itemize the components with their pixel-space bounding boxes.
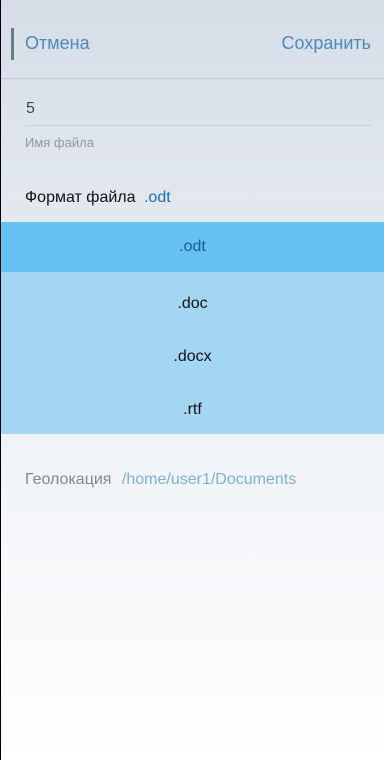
format-option-rtf[interactable]: .rtf: [1, 386, 384, 434]
location-row: Геолокация /home/user1/Documents: [25, 471, 296, 489]
file-name-input[interactable]: 5: [26, 100, 35, 118]
format-option-docx[interactable]: .docx: [1, 332, 384, 382]
file-name-underline: [25, 125, 371, 126]
save-dialog-screen: Отмена Сохранить 5 Имя файла Формат файл…: [0, 0, 384, 760]
file-format-label: Формат файла: [25, 189, 136, 206]
format-option-odt[interactable]: .odt: [1, 222, 384, 272]
cancel-button[interactable]: Отмена: [25, 33, 90, 54]
location-label: Геолокация: [25, 471, 112, 488]
header-edge-bar: [11, 28, 14, 60]
file-name-label: Имя файла: [25, 135, 94, 150]
location-path[interactable]: /home/user1/Documents: [122, 471, 296, 488]
format-option-doc[interactable]: .doc: [1, 279, 384, 329]
file-format-dropdown: .odt .doc .docx .rtf: [1, 222, 384, 434]
file-format-row: Формат файла .odt: [25, 189, 171, 207]
file-format-selected[interactable]: .odt: [144, 189, 171, 206]
save-button[interactable]: Сохранить: [282, 33, 371, 54]
dialog-header: Отмена Сохранить: [1, 0, 384, 79]
